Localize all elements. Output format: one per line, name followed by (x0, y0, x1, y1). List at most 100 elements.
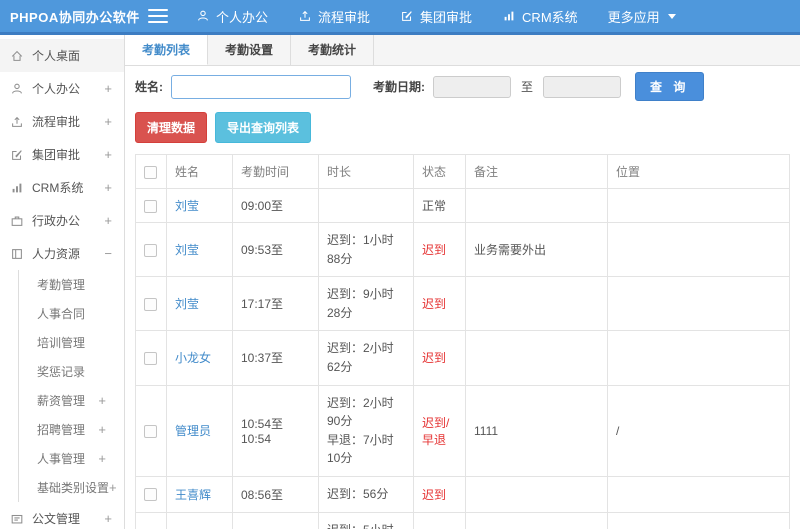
name-cell: 王喜辉 (166, 475, 233, 513)
query-button[interactable]: 查 询 (635, 72, 705, 101)
status-badge: 正常 (422, 199, 447, 213)
attendance-name-link[interactable]: 小龙女 (175, 351, 211, 365)
date-from-input[interactable] (433, 75, 511, 98)
duration-cell: 迟到：2小时90分 早退：7小时10分 (318, 384, 414, 477)
date-to-input[interactable] (543, 75, 622, 98)
name-filter-input[interactable] (171, 74, 351, 99)
expand-plus-icon[interactable]: + (98, 393, 118, 408)
nav-item-label: 个人办公 (216, 9, 269, 25)
chevron-down-icon (667, 13, 676, 19)
sidebar-item-personal-office[interactable]: 个人办公 + (0, 72, 124, 105)
tab-attendance-statistics[interactable]: 考勤统计 (291, 35, 375, 65)
nav-item-workflow-approval[interactable]: 流程审批 (298, 7, 370, 26)
column-header: 状态 (413, 154, 466, 189)
name-cell: 刘莹 (166, 188, 233, 223)
sidebar-subitem-basic-category-settings[interactable]: 基础类别设置 + (19, 473, 124, 502)
nav-item-more-apps[interactable]: 更多应用 (608, 7, 676, 26)
location-cell (607, 330, 790, 386)
sidebar-subitem-label: 考勤管理 (37, 278, 86, 292)
nav-item-crm-system[interactable]: CRM系统 (502, 7, 578, 26)
expand-plus-icon[interactable]: + (104, 213, 114, 228)
status-badge: 迟到 (422, 487, 447, 502)
app-logo: PHPOA协同办公软件 (10, 9, 140, 25)
duration-line: 迟到：9小时28分 (327, 287, 394, 320)
duration-line: 迟到：1小时88分 (327, 233, 394, 266)
sidebar-subitem-personnel-contract[interactable]: 人事合同 (19, 299, 124, 328)
sidebar-subitem-reward-punishment-records[interactable]: 奖惩记录 (19, 357, 124, 386)
clean-data-button[interactable]: 清理数据 (135, 112, 208, 143)
attendance-name-link[interactable]: 刘莹 (175, 243, 199, 257)
status-cell: 迟到 (413, 276, 466, 332)
date-to-label: 至 (521, 80, 534, 94)
nav-item-group-approval[interactable]: 集团审批 (400, 7, 472, 26)
tab-attendance-settings[interactable]: 考勤设置 (208, 35, 292, 65)
sidebar-item-group-approval[interactable]: 集团审批 + (0, 138, 124, 171)
row-checkbox[interactable] (144, 199, 157, 213)
sidebar-subitem-personnel-management[interactable]: 人事管理 + (19, 444, 124, 473)
row-checkbox-cell (135, 511, 167, 529)
sidebar-subitem-attendance-management[interactable]: 考勤管理 (19, 270, 124, 299)
tab-attendance-list[interactable]: 考勤列表 (125, 35, 209, 65)
duration-cell: 迟到：2小时62分 (318, 330, 414, 386)
expand-plus-icon[interactable]: + (98, 451, 118, 466)
sidebar-submenu-human-resources: 考勤管理 人事合同 培训管理 奖惩记录 薪资管理 + 招聘管理 + 人事管理 + 基础类别设置 + (18, 270, 124, 502)
expand-plus-icon[interactable]: + (104, 114, 114, 129)
remark-cell (465, 330, 608, 386)
row-checkbox[interactable] (144, 297, 157, 311)
duration-line: 早退：7小时10分 (327, 432, 394, 466)
expand-plus-icon[interactable]: + (98, 422, 118, 437)
time-cell: 09:53至 (232, 221, 319, 278)
time-cell: 17:17至 (232, 276, 319, 332)
sidebar-item-document-management[interactable]: 公文管理 + (0, 502, 124, 529)
expand-plus-icon[interactable]: + (104, 511, 114, 526)
status-cell: 迟到 (413, 330, 466, 386)
date-filter-label: 考勤日期: (373, 80, 425, 94)
expand-plus-icon[interactable]: + (104, 147, 114, 162)
status-cell: 迟到 (413, 475, 466, 513)
attendance-name-link[interactable]: 刘莹 (175, 199, 199, 213)
row-checkbox[interactable] (144, 488, 157, 502)
column-header: 时长 (318, 154, 414, 189)
expand-plus-icon[interactable]: + (104, 81, 114, 96)
menu-toggle-icon[interactable] (148, 9, 168, 23)
table-row: 管理员 10:54至10:54 迟到：2小时90分 早退：7小时10分 迟到/早退 111… (135, 384, 790, 477)
sidebar-item-workflow-approval[interactable]: 流程审批 + (0, 105, 124, 138)
attendance-name-link[interactable]: 刘莹 (175, 297, 199, 311)
table-row: 王喜辉 08:56至 迟到：56分 迟到 (135, 475, 790, 513)
row-checkbox[interactable] (144, 424, 157, 438)
status-cell: 迟到/早退 (413, 384, 466, 477)
select-all-checkbox[interactable] (144, 165, 157, 179)
nav-item-personal-office[interactable]: 个人办公 (196, 7, 268, 26)
sidebar-subitem-label: 人事管理 (37, 452, 86, 466)
status-cell: 迟到/早退 (413, 511, 466, 529)
location-cell (607, 276, 790, 332)
sidebar-item-personal-desktop[interactable]: 个人桌面 (0, 39, 124, 72)
sidebar-subitem-training-management[interactable]: 培训管理 (19, 328, 124, 357)
row-checkbox[interactable] (144, 243, 157, 257)
top-nav: 个人办公 流程审批 集团审批 CRM系统 更多应用 (196, 7, 676, 26)
chart-icon (502, 9, 516, 23)
sidebar-item-label: 行政办公 (32, 214, 81, 228)
doc-icon (10, 512, 24, 526)
sidebar-subitem-label: 人事合同 (37, 307, 86, 321)
name-filter-label: 姓名: (135, 80, 163, 94)
collapse-minus-icon[interactable]: − (104, 246, 114, 261)
expand-plus-icon[interactable]: + (109, 480, 124, 495)
attendance-name-link[interactable]: 管理员 (175, 424, 211, 438)
status-cell: 迟到 (413, 221, 466, 278)
sidebar-item-admin-office[interactable]: 行政办公 + (0, 204, 124, 237)
row-checkbox-cell (135, 330, 167, 386)
expand-plus-icon[interactable]: + (104, 180, 114, 195)
sidebar-subitem-recruitment-management[interactable]: 招聘管理 + (19, 415, 124, 444)
sidebar-subitem-salary-management[interactable]: 薪资管理 + (19, 386, 124, 415)
status-cell: 正常 (413, 188, 466, 223)
row-checkbox[interactable] (144, 352, 157, 366)
name-cell: 小龙女 (166, 330, 233, 386)
briefcase-icon (10, 214, 24, 228)
sidebar-item-crm-system[interactable]: CRM系统 + (0, 171, 124, 204)
attendance-name-link[interactable]: 王喜辉 (175, 488, 211, 502)
export-list-button[interactable]: 导出查询列表 (215, 112, 312, 143)
sidebar-item-human-resources[interactable]: 人力资源 − (0, 237, 124, 270)
sidebar-item-label: CRM系统 (32, 181, 84, 195)
row-checkbox-cell (135, 188, 167, 223)
